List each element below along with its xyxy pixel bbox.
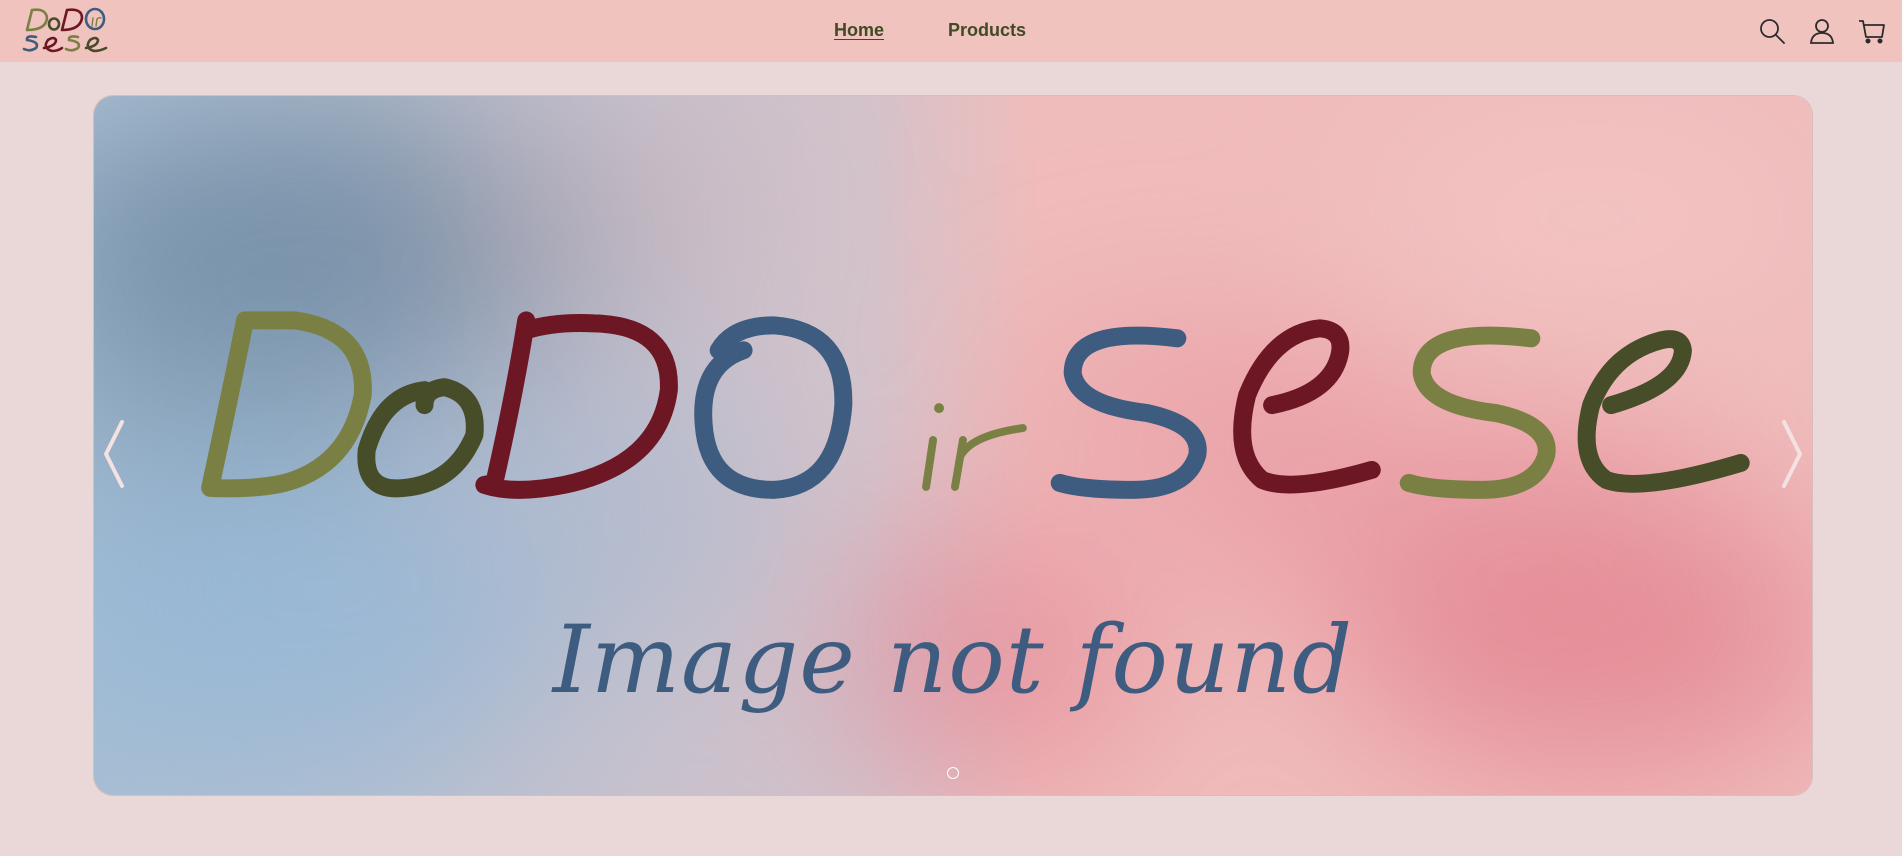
site-header: Home Products xyxy=(0,0,1902,62)
account-icon[interactable] xyxy=(1807,16,1836,45)
nav-products-link[interactable]: Products xyxy=(948,20,1026,41)
chevron-left-icon[interactable] xyxy=(96,414,136,494)
chevron-right-icon[interactable] xyxy=(1770,414,1810,494)
nav-home-link[interactable]: Home xyxy=(834,20,884,41)
brand-logo[interactable] xyxy=(22,4,128,56)
hero-carousel: Image not found xyxy=(93,95,1813,796)
image-not-found-text: Image not found xyxy=(552,606,1354,715)
main-nav: Home Products xyxy=(834,20,1026,41)
search-icon[interactable] xyxy=(1757,16,1786,45)
logo-wordmark-graphic xyxy=(22,7,108,53)
cart-icon[interactable] xyxy=(1857,16,1886,45)
carousel-dot[interactable] xyxy=(947,767,959,779)
header-actions xyxy=(1757,16,1886,45)
